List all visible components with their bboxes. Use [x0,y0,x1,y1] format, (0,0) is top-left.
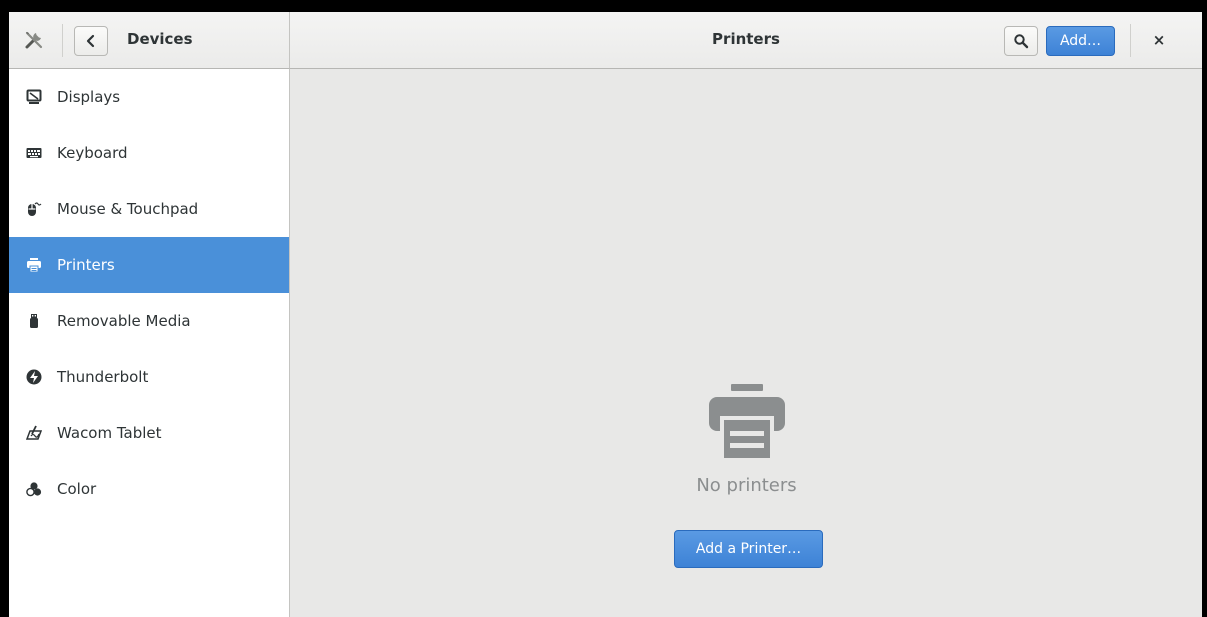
header-bar: Devices Printers Add… × [9,12,1202,69]
sidebar-item-printers[interactable]: Printers [9,237,289,293]
header-bar-right: Printers Add… × [290,12,1202,69]
sidebar-item-removable-media[interactable]: Removable Media [9,293,289,349]
display-icon [26,89,42,105]
sidebar-item-keyboard[interactable]: Keyboard [9,125,289,181]
close-button[interactable]: × [1148,29,1170,51]
header-bar-left: Devices [9,12,290,69]
sidebar-item-label: Mouse & Touchpad [57,200,199,218]
settings-tools-icon [23,29,45,51]
search-icon [1014,34,1029,49]
add-button[interactable]: Add… [1046,26,1115,56]
close-icon: × [1152,31,1166,49]
sidebar-item-label: Printers [57,256,115,274]
mouse-icon [26,201,42,217]
sidebar-item-thunderbolt[interactable]: Thunderbolt [9,349,289,405]
settings-window: Devices Printers Add… × Displays Keyboar… [9,12,1202,617]
keyboard-icon [26,145,42,161]
usb-icon [26,313,42,329]
header-separator [1130,24,1131,57]
printer-icon [26,257,42,273]
sidebar-item-label: Displays [57,88,121,106]
tablet-icon [26,425,42,441]
sidebar-item-label: Removable Media [57,312,191,330]
sidebar-item-mouse-touchpad[interactable]: Mouse & Touchpad [9,181,289,237]
sidebar-item-wacom-tablet[interactable]: Wacom Tablet [9,405,289,461]
printer-icon [709,384,785,462]
sidebar: Displays Keyboard Mouse & Touchpad Print… [9,69,290,617]
sidebar-item-displays[interactable]: Displays [9,69,289,125]
sidebar-item-label: Thunderbolt [57,368,149,386]
thunderbolt-icon [26,369,42,385]
header-separator [62,24,63,57]
empty-state-label: No printers [696,475,797,496]
sidebar-item-label: Keyboard [57,144,128,162]
printers-panel: No printers Add a Printer… [291,69,1202,617]
add-printer-button[interactable]: Add a Printer… [674,530,823,568]
sidebar-item-color[interactable]: Color [9,461,289,517]
sidebar-item-label: Wacom Tablet [57,424,162,442]
sidebar-panel-title: Devices [127,30,193,48]
search-button[interactable] [1004,26,1038,56]
chevron-left-icon [86,34,95,48]
color-icon [26,481,42,497]
back-button[interactable] [74,26,108,56]
sidebar-item-label: Color [57,480,97,498]
